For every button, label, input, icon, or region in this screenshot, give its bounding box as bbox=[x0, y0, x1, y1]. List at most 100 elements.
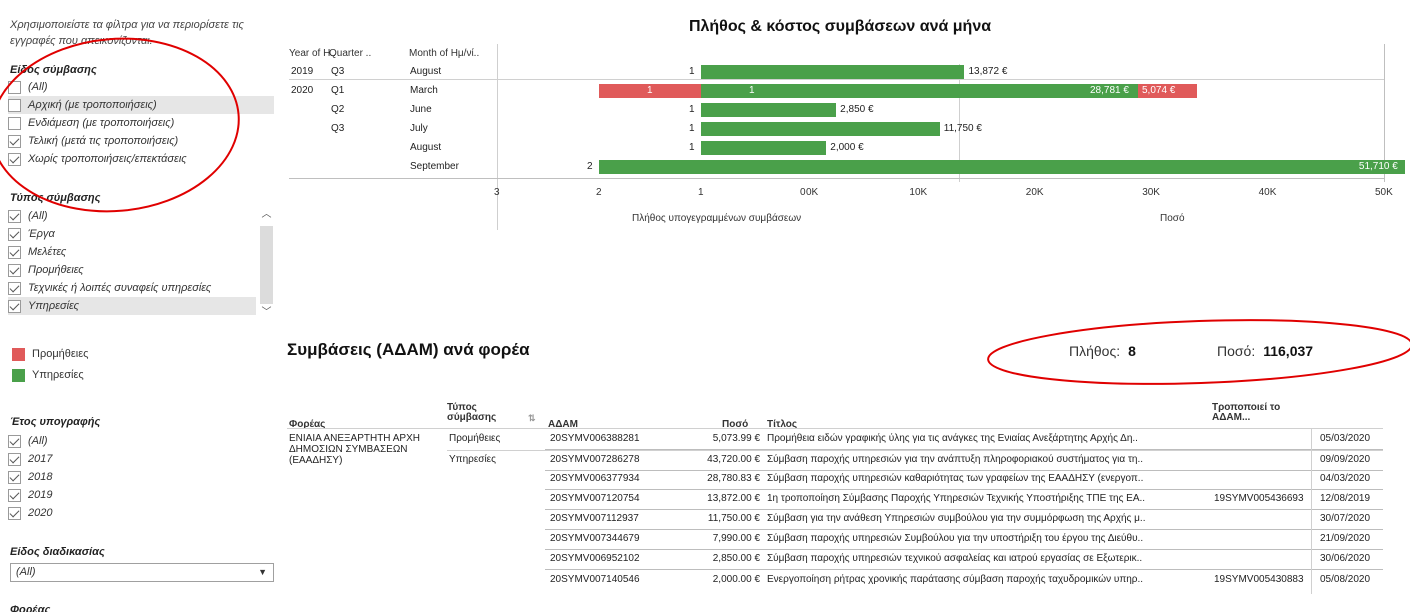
year-option[interactable]: 2017 bbox=[8, 450, 274, 468]
contract-type-checkbox[interactable] bbox=[8, 281, 21, 295]
contract-type-option-label: Τεχνικές ή λοιπές συναφείς υπηρεσίες bbox=[28, 282, 212, 294]
contract-kind-option[interactable]: Αρχική (με τροποποιήσεις) bbox=[8, 96, 274, 114]
year-option[interactable]: 2019 bbox=[8, 486, 274, 504]
contract-type-option[interactable]: Μελέτες bbox=[8, 243, 256, 261]
contract-type-option[interactable]: Προμήθειες bbox=[8, 261, 256, 279]
contract-type-option[interactable]: (All) bbox=[8, 207, 256, 225]
cell-date: 05/03/2020 bbox=[1320, 433, 1371, 444]
contract-kind-option[interactable]: Τελική (μετά τις τροποποιήσεις) bbox=[8, 132, 274, 150]
chart-row-quarter: Q3 bbox=[331, 66, 345, 77]
cell-title: Προμήθεια ειδών γραφικής ύλης για τις αν… bbox=[767, 433, 1138, 444]
contract-type-checkbox[interactable] bbox=[8, 227, 21, 241]
cell-title: Σύμβαση για την ανάθεση Υπηρεσιών συμβού… bbox=[767, 513, 1146, 524]
bar-count-yp bbox=[599, 160, 803, 174]
bar-amount-yp bbox=[803, 103, 837, 117]
cell-title: Σύμβαση παροχής υπηρεσιών για την ανάπτυ… bbox=[767, 454, 1144, 465]
bar-count-yp bbox=[701, 65, 803, 79]
contract-kind-checkbox[interactable] bbox=[8, 134, 21, 148]
year-checkbox[interactable] bbox=[8, 488, 21, 502]
bar-label-amount-yp: 2,000 € bbox=[830, 142, 864, 153]
bar-label-amount-yp: 11,750 € bbox=[943, 123, 982, 134]
type-cell-prom: Προμήθειες bbox=[449, 433, 501, 444]
contract-type-scrollbar[interactable]: ︿ ﹀ bbox=[258, 208, 275, 320]
filter-title-year: Έτος υπογραφής bbox=[10, 416, 101, 428]
bar-amount-yp bbox=[803, 160, 1405, 174]
contract-type-checkbox[interactable] bbox=[8, 209, 21, 223]
scroll-thumb[interactable] bbox=[260, 226, 273, 304]
amount-tick: 30K bbox=[1142, 187, 1160, 198]
bar-label-amount-yp: 13,872 € bbox=[968, 66, 1008, 77]
count-tick: 3 bbox=[494, 187, 500, 198]
contract-kind-option-label: (All) bbox=[28, 81, 48, 93]
contract-kind-checkbox[interactable] bbox=[8, 116, 21, 130]
amount-axis-title: Ποσό bbox=[1160, 213, 1185, 224]
cell-amount: 5,073.99 € bbox=[712, 433, 760, 444]
bar-label-count-yp: 1 bbox=[689, 142, 695, 153]
contract-type-option[interactable]: Έργα bbox=[8, 225, 256, 243]
year-checkbox[interactable] bbox=[8, 434, 21, 448]
chart-axis-line bbox=[289, 178, 1385, 179]
cell-amount: 11,750.00 € bbox=[707, 513, 760, 524]
contract-kind-option-label: Τελική (μετά τις τροποποιήσεις) bbox=[28, 135, 179, 147]
cell-amount: 2,850.00 € bbox=[712, 553, 760, 564]
contract-type-checkbox[interactable] bbox=[8, 245, 21, 259]
cell-amount: 13,872.00 € bbox=[707, 493, 760, 504]
chart-row-separator bbox=[289, 79, 1385, 80]
legend-item-prom: Προμήθειες bbox=[12, 347, 88, 361]
year-option-label: 2018 bbox=[28, 471, 53, 483]
procedure-select[interactable]: (All) ▼ bbox=[10, 563, 274, 582]
table-row-separator bbox=[545, 529, 1383, 530]
cell-date: 09/09/2020 bbox=[1320, 454, 1371, 465]
year-option[interactable]: 2018 bbox=[8, 468, 274, 486]
bar-label-amount-yp: 2,850 € bbox=[840, 104, 874, 115]
year-checkbox[interactable] bbox=[8, 470, 21, 484]
contract-kind-option[interactable]: Χωρίς τροποποιήσεις/επεκτάσεις bbox=[8, 150, 274, 168]
contract-type-option[interactable]: Υπηρεσίες bbox=[8, 297, 256, 315]
cell-adam: 20SYMV007286278 bbox=[550, 454, 640, 465]
col-header-type[interactable]: Τύπος σύμβασης bbox=[447, 403, 507, 423]
scroll-down-icon[interactable]: ﹀ bbox=[258, 306, 275, 320]
contract-kind-option[interactable]: (All) bbox=[8, 78, 274, 96]
chevron-down-icon: ▼ bbox=[258, 567, 267, 577]
col-header-mod[interactable]: Τροποποιεί το ΑΔΑΜ... bbox=[1212, 403, 1302, 423]
bar-label-amount-prom: 5,074 € bbox=[1142, 85, 1176, 96]
kpi-count-value: 8 bbox=[1128, 343, 1136, 359]
cell-adam: 20SYMV007112937 bbox=[550, 513, 639, 524]
scroll-up-icon[interactable]: ︿ bbox=[258, 208, 275, 222]
contract-type-option[interactable]: Τεχνικές ή λοιπές συναφείς υπηρεσίες bbox=[8, 279, 256, 297]
contract-kind-option[interactable]: Ενδιάμεση (με τροποποιήσεις) bbox=[8, 114, 274, 132]
bar-count-yp bbox=[701, 141, 803, 155]
contract-kind-checkbox[interactable] bbox=[8, 98, 21, 112]
count-tick: 0 bbox=[800, 187, 806, 198]
contract-type-option-label: (All) bbox=[28, 210, 48, 222]
cell-adam: 20SYMV006377934 bbox=[550, 473, 640, 484]
bar-label-count-yp: 1 bbox=[689, 104, 695, 115]
bar-label-amount-yp: 28,781 € bbox=[1090, 85, 1129, 96]
type-cell-yp: Υπηρεσίες bbox=[449, 454, 496, 465]
contract-type-checkbox[interactable] bbox=[8, 263, 21, 277]
chart-header-month: Month of Ημ/νί.. bbox=[409, 48, 480, 59]
chart-row-month: August bbox=[410, 66, 442, 77]
bar-count-yp bbox=[701, 103, 803, 117]
cell-title: Σύμβαση παροχής υπηρεσιών Συμβούλου για … bbox=[767, 533, 1144, 544]
chart-row-month: August bbox=[410, 142, 442, 153]
sort-icon[interactable]: ⇅ bbox=[528, 413, 536, 423]
bar-amount-yp bbox=[803, 141, 827, 155]
contract-kind-checkbox[interactable] bbox=[8, 152, 21, 166]
filter-hint: Χρησιμοποιείστε τα φίλτρα για να περιορί… bbox=[10, 19, 244, 47]
year-checkbox[interactable] bbox=[8, 452, 21, 466]
chart-row-quarter: Q2 bbox=[331, 104, 345, 115]
bar-label-count-yp: 2 bbox=[587, 161, 593, 172]
contract-kind-checkbox[interactable] bbox=[8, 80, 21, 94]
contract-type-checkbox[interactable] bbox=[8, 299, 21, 313]
count-tick: 1 bbox=[698, 187, 704, 198]
count-axis-title: Πλήθος υπογεγραμμένων συμβάσεων bbox=[632, 213, 802, 224]
contract-type-option-label: Έργα bbox=[28, 228, 55, 240]
legend-swatch-yp bbox=[12, 368, 25, 382]
legend-item-yp: Υπηρεσίες bbox=[12, 368, 84, 382]
cell-title: Σύμβαση παροχής υπηρεσιών καθαριότητας τ… bbox=[767, 473, 1144, 484]
year-option[interactable]: 2020 bbox=[8, 504, 274, 522]
year-option[interactable]: (All) bbox=[8, 432, 274, 450]
filter-title-procedure: Είδος διαδικασίας bbox=[10, 546, 105, 558]
year-checkbox[interactable] bbox=[8, 506, 21, 520]
